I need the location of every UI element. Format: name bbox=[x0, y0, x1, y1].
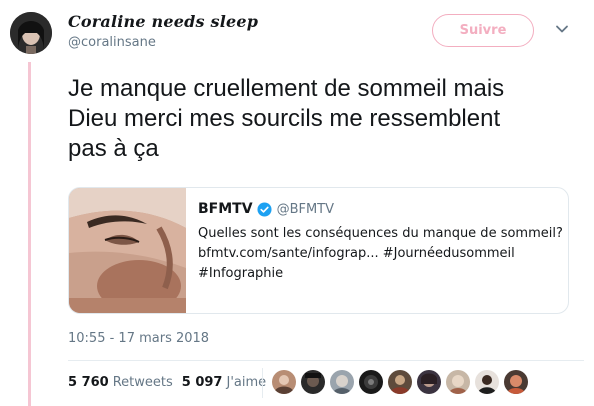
quoted-author-name[interactable]: BFMTV bbox=[198, 201, 253, 217]
quoted-author-handle[interactable]: @BFMTV bbox=[277, 202, 334, 217]
liker-avatar[interactable] bbox=[301, 370, 325, 394]
tweet-timestamp[interactable]: 10:55 - 17 mars 2018 bbox=[68, 331, 209, 346]
liker-avatar[interactable] bbox=[504, 370, 528, 394]
likers-avatars bbox=[272, 370, 533, 394]
quoted-text-line: bfmtv.com/sante/infograp... #Journéeduso… bbox=[198, 246, 515, 261]
quoted-tweet-card[interactable]: BFMTV @BFMTV Quelles sont les conséquenc… bbox=[68, 187, 569, 314]
quoted-text-line: #Infographie bbox=[198, 266, 284, 281]
quoted-tweet-text: Quelles sont les conséquences du manque … bbox=[198, 224, 563, 284]
thread-line bbox=[28, 62, 31, 406]
user-handle[interactable]: @coralinsane bbox=[68, 35, 156, 50]
likes-label: J'aime bbox=[226, 375, 267, 390]
liker-avatar[interactable] bbox=[388, 370, 412, 394]
retweets-count: 5 760 bbox=[68, 375, 109, 390]
quoted-author: BFMTV @BFMTV bbox=[198, 201, 334, 217]
chevron-down-icon[interactable] bbox=[555, 22, 569, 36]
liker-avatar[interactable] bbox=[446, 370, 470, 394]
retweets-stat[interactable]: 5 760 Retweets bbox=[68, 375, 173, 390]
stats-separator bbox=[262, 368, 263, 398]
quoted-tweet-image[interactable] bbox=[69, 188, 186, 313]
divider bbox=[68, 360, 584, 361]
likes-count: 5 097 bbox=[181, 375, 223, 390]
liker-avatar[interactable] bbox=[272, 370, 296, 394]
verified-badge-icon bbox=[257, 201, 272, 217]
tweet-text-line: Dieu merci mes sourcils me ressemblent bbox=[68, 105, 501, 132]
avatar[interactable] bbox=[10, 12, 52, 54]
display-name[interactable]: Coraline needs sleep bbox=[68, 12, 258, 31]
liker-avatar[interactable] bbox=[475, 370, 499, 394]
retweets-label: Retweets bbox=[112, 375, 173, 390]
liker-avatar[interactable] bbox=[417, 370, 441, 394]
likes-stat[interactable]: 5 097 J'aime bbox=[182, 375, 266, 390]
liker-avatar[interactable] bbox=[359, 370, 383, 394]
follow-button[interactable]: Suivre bbox=[432, 14, 534, 47]
quoted-text-line: Quelles sont les conséquences du manque … bbox=[198, 226, 563, 241]
liker-avatar[interactable] bbox=[330, 370, 354, 394]
tweet-text: Je manque cruellement de sommeil mais Di… bbox=[68, 74, 584, 164]
tweet-stats: 5 760 Retweets 5 097 J'aime bbox=[68, 375, 266, 390]
tweet-text-line: Je manque cruellement de sommeil mais bbox=[68, 75, 505, 102]
tweet-text-line: pas à ça bbox=[68, 135, 159, 162]
